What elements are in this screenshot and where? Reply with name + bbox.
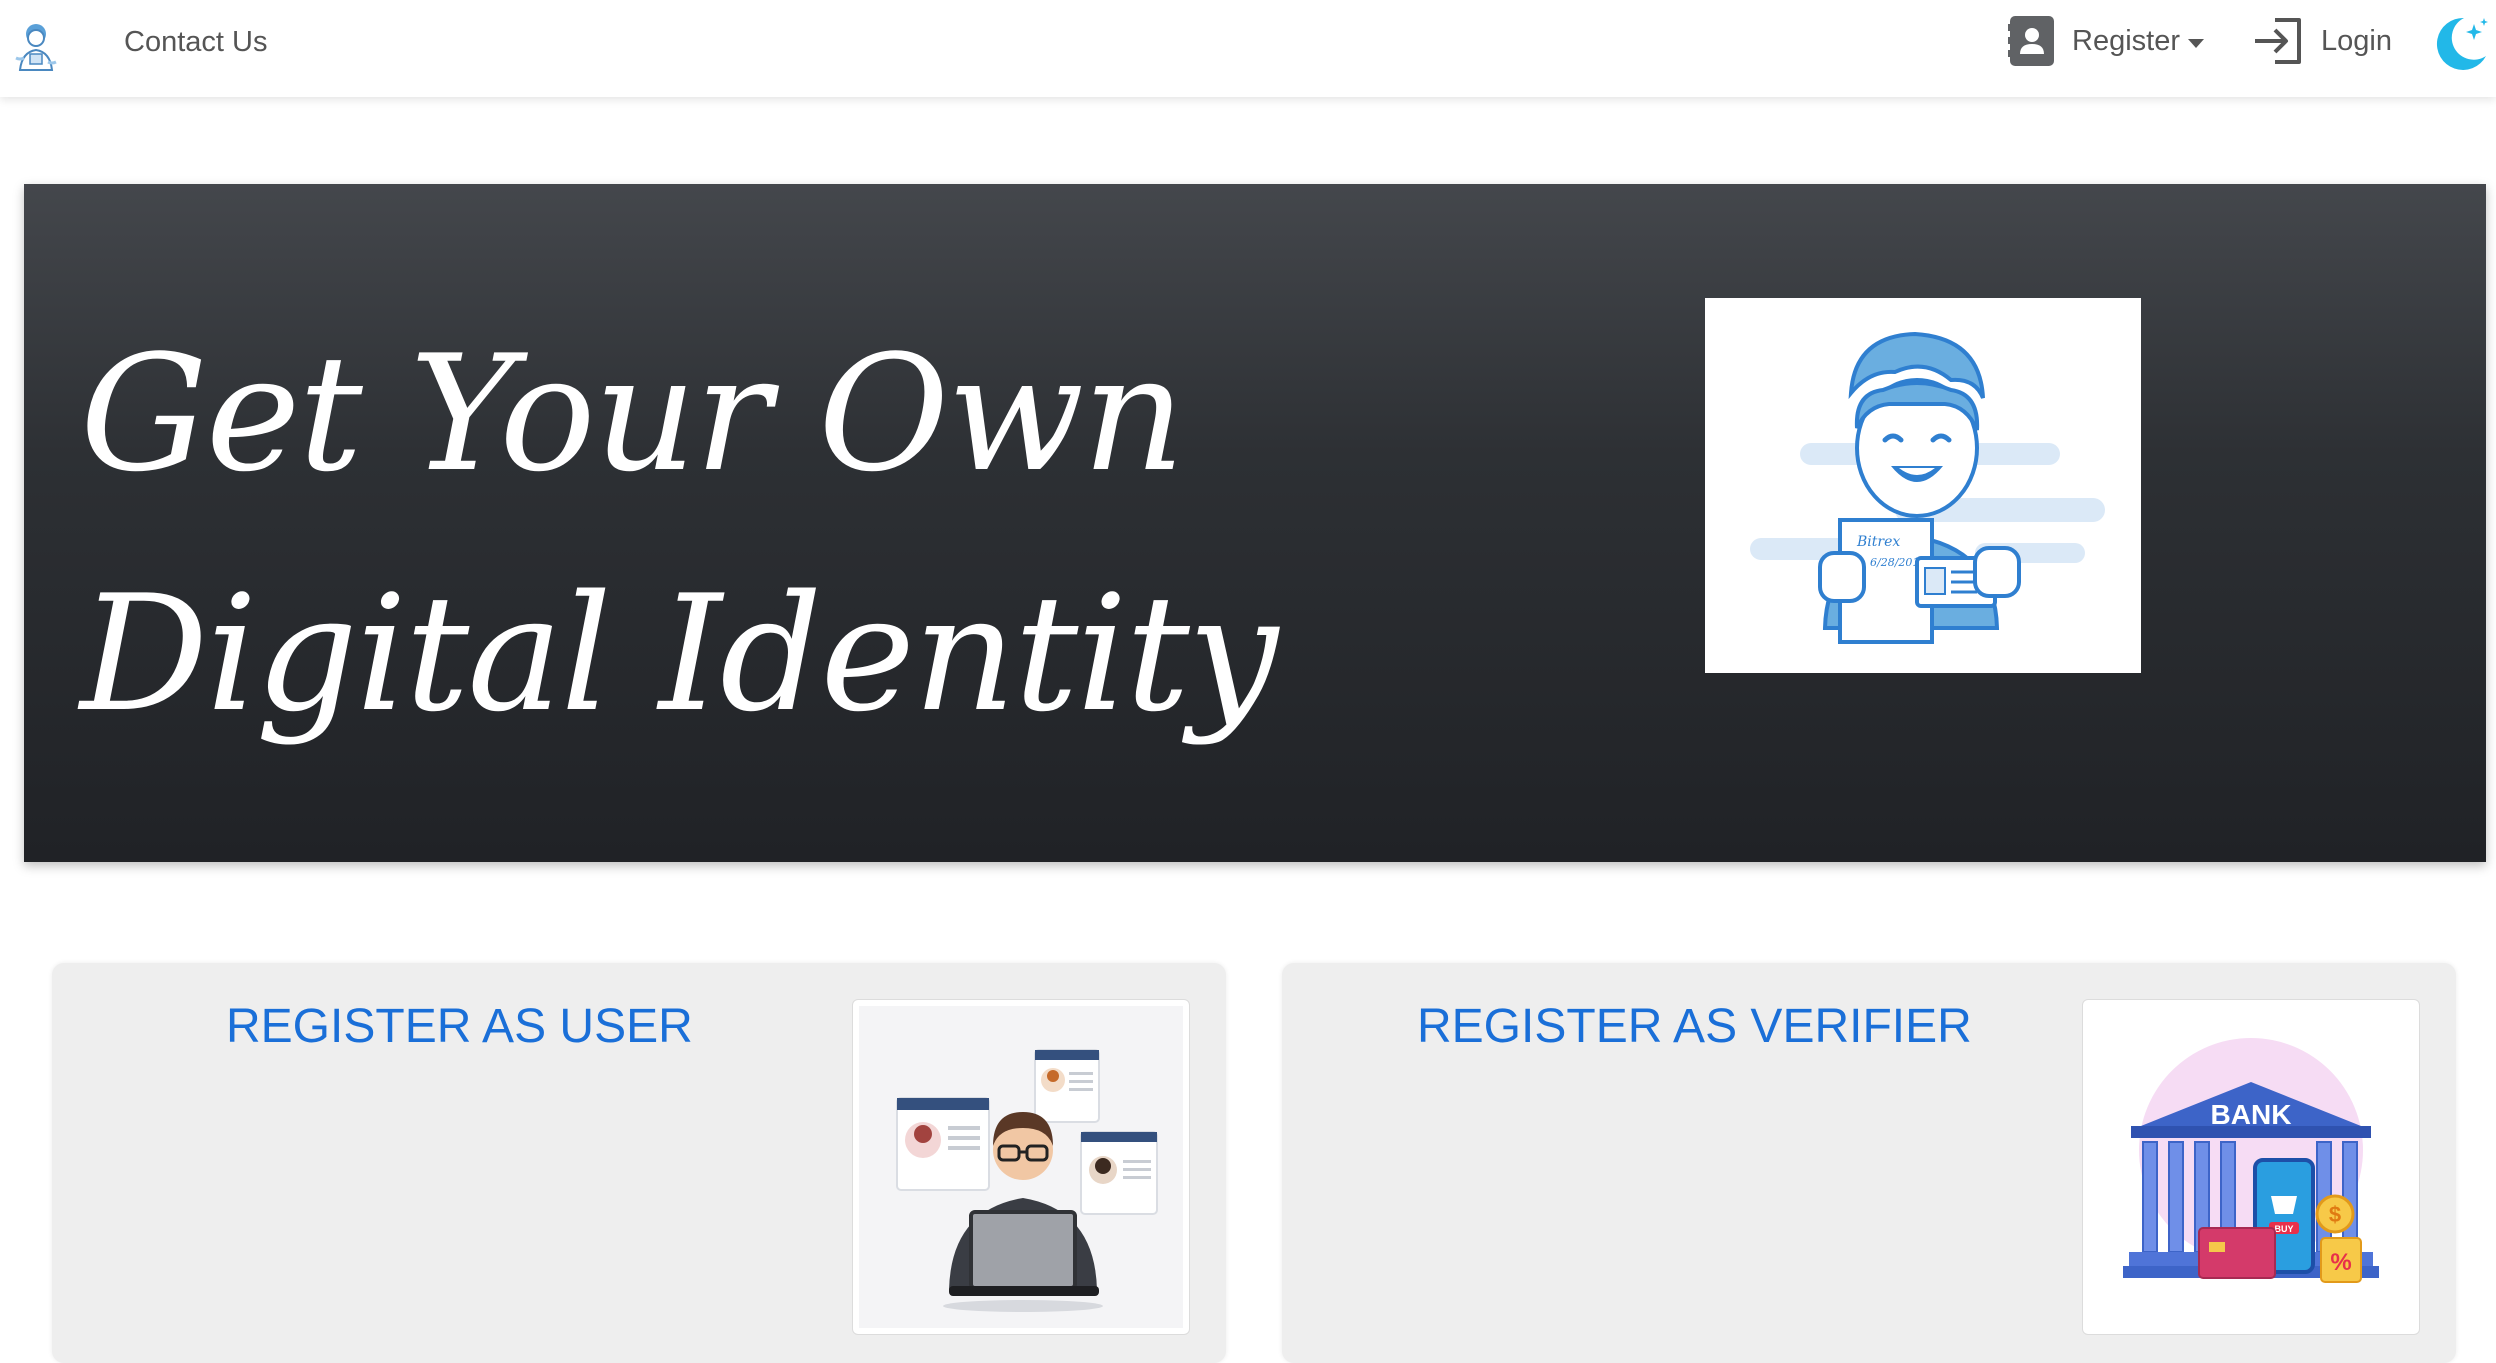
profile-card-top [1034,1049,1100,1123]
register-label: Register [2072,24,2180,57]
top-navbar: Contact Us Register Login [0,0,2496,97]
register-user-card[interactable]: REGISTER AS USER [52,963,1226,1363]
hero-illustration: Bitrex 6/28/2011 [1705,298,2141,673]
bank-label-text: BANK [2211,1099,2292,1130]
moon-stars-icon[interactable] [2430,12,2490,72]
register-user-title[interactable]: REGISTER AS USER [226,999,693,1054]
hero-title: Get Your Own Digital Identity [80,294,1580,774]
register-user-image [852,999,1190,1335]
register-verifier-title[interactable]: REGISTER AS VERIFIER [1417,999,1972,1054]
contact-card-icon [2008,16,2054,66]
hero-title-line2: Digital Identity [80,560,1278,747]
bank-illustration: BANK BUY $ % [2123,1038,2379,1283]
hero-banner: Get Your Own Digital Identity Bitrex 6/2… [24,184,2486,862]
sign-in-icon [2255,18,2301,64]
user-with-laptop-illustration [859,1006,1183,1328]
avatar-logo-icon[interactable] [14,18,58,78]
caret-down-icon [2188,38,2204,48]
person-holding-id-illustration: Bitrex 6/28/2011 [1750,331,2105,644]
register-verifier-image: BANK BUY $ % [2082,999,2420,1335]
svg-text:$: $ [2329,1202,2341,1227]
login-label: Login [2321,24,2392,57]
doc-name-text: Bitrex [1856,534,1900,550]
svg-text:%: % [2330,1249,2351,1276]
hero-title-line1: Get Your Own [80,320,1185,507]
register-verifier-card[interactable]: REGISTER AS VERIFIER BANK BUY $ % [1282,963,2456,1363]
register-dropdown[interactable]: Register [2008,14,2204,68]
nav-contact-us-link[interactable]: Contact Us [124,22,267,62]
buy-badge-text: BUY [2274,1224,2293,1234]
profile-card-right [1080,1131,1158,1215]
login-link[interactable]: Login [2253,14,2392,68]
profile-card-left [896,1097,990,1191]
